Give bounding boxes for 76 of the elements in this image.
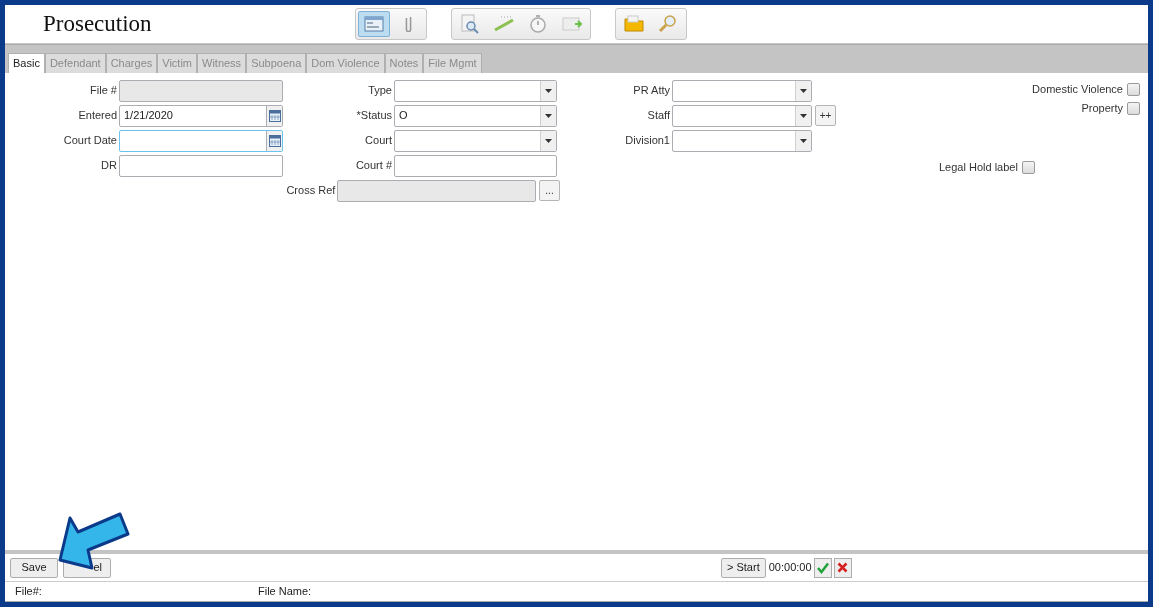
dropdown-field[interactable] <box>394 129 557 152</box>
more-button[interactable]: ... <box>539 180 560 201</box>
field-label: Court Date <box>62 133 118 149</box>
caret-icon <box>545 88 552 93</box>
document-search-icon <box>459 13 481 35</box>
close-icon <box>837 562 849 573</box>
field-label: PR Atty <box>632 83 671 99</box>
caret-icon <box>800 113 807 118</box>
field-label: Entered <box>77 108 118 124</box>
field-label: Type <box>367 83 393 99</box>
caret-icon <box>545 138 552 143</box>
checkbox[interactable] <box>1021 161 1035 174</box>
caret-icon <box>800 88 807 93</box>
tab[interactable]: Notes <box>384 53 424 73</box>
calendar-icon <box>268 109 281 122</box>
field-label: *Status <box>355 108 393 124</box>
dropdown-field[interactable] <box>672 104 812 127</box>
checkbox[interactable] <box>1127 102 1140 115</box>
dropdown-field[interactable]: O <box>394 104 557 127</box>
cancel-button[interactable] <box>833 557 852 578</box>
field-label: Division1 <box>624 133 671 149</box>
tab[interactable]: File Mgmt <box>423 53 482 73</box>
checkbox-label: Property <box>1081 101 1123 117</box>
start-button[interactable]: > Start <box>721 557 766 578</box>
tab[interactable]: Dom Violence <box>306 53 385 73</box>
dropdown-button[interactable] <box>795 105 811 126</box>
dropdown-button[interactable] <box>540 105 556 126</box>
tab[interactable]: Charges <box>105 53 158 73</box>
field-value: O <box>398 108 409 124</box>
input-field[interactable] <box>394 154 557 177</box>
field-label: Cross Ref <box>285 183 337 199</box>
checkbox[interactable] <box>1127 83 1140 96</box>
dropdown-field[interactable] <box>672 129 812 152</box>
checkbox-label: Domestic Violence <box>1032 82 1123 98</box>
field-label: DR <box>100 158 118 174</box>
paperclip-icon <box>404 16 412 32</box>
action-button[interactable]: Save <box>10 557 58 578</box>
input-field[interactable] <box>119 154 283 177</box>
more-button[interactable]: ++ <box>815 105 836 126</box>
search-icon <box>657 13 679 35</box>
tab[interactable]: Defendant <box>44 53 106 73</box>
timer-text: 00:00:00 <box>768 560 812 576</box>
field-label: Court # <box>354 158 393 174</box>
folder-icon <box>623 13 645 35</box>
date-field[interactable]: 1/21/2020 <box>119 104 283 127</box>
dropdown-button[interactable] <box>540 80 556 101</box>
dropdown-button[interactable] <box>795 80 811 101</box>
input-field[interactable] <box>119 79 283 102</box>
tab[interactable]: Basic <box>8 53 45 73</box>
field-label: File # <box>89 83 118 99</box>
dropdown-button[interactable] <box>540 130 556 151</box>
dropdown-field[interactable] <box>394 79 557 102</box>
field-label: Staff <box>646 108 671 124</box>
status-text: File#: <box>15 584 43 600</box>
input-field[interactable] <box>337 179 536 202</box>
status-text: File Name: <box>258 584 312 600</box>
caret-icon <box>545 113 552 118</box>
calendar-button[interactable] <box>266 105 282 126</box>
tab[interactable]: Subpoena <box>246 53 307 73</box>
dropdown-field[interactable] <box>672 79 812 102</box>
calendar-button[interactable] <box>266 130 282 151</box>
calendar-icon <box>268 134 281 147</box>
tab[interactable]: Victim <box>157 53 197 73</box>
checkbox-label: Legal Hold label <box>939 160 1018 176</box>
date-field[interactable] <box>119 129 283 152</box>
confirm-button[interactable] <box>813 557 832 578</box>
window-title: Prosecution <box>43 9 153 38</box>
tab[interactable]: Witness <box>197 53 247 73</box>
check-icon <box>816 561 829 574</box>
window-icon <box>363 13 385 35</box>
field-value: 1/21/2020 <box>123 108 174 124</box>
dropdown-button[interactable] <box>795 130 811 151</box>
stopwatch-icon <box>527 13 549 35</box>
caret-icon <box>800 138 807 143</box>
field-label: Court <box>364 133 393 149</box>
toolbar-button[interactable] <box>358 11 390 37</box>
